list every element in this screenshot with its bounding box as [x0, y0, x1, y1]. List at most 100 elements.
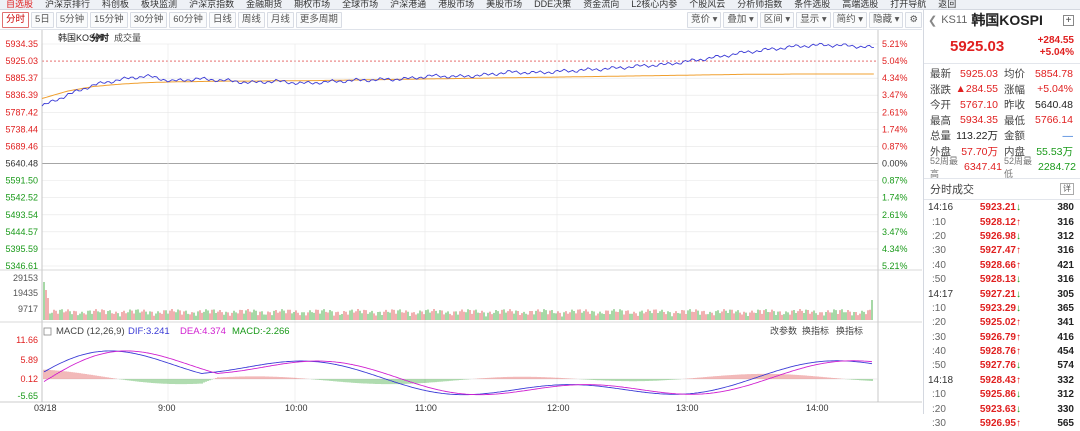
tick-arrow-icon: ↑	[1016, 331, 1021, 343]
tick-volume: 421	[1057, 259, 1074, 271]
period-button[interactable]: 30分钟	[129, 11, 168, 28]
quote-label: 最高	[930, 114, 951, 127]
topnav-item[interactable]: 分析师指数	[731, 0, 788, 9]
tick-time: :30	[932, 331, 946, 343]
quote-label: 涨幅	[1004, 83, 1025, 96]
tick-row: :10 5928.12 ↑ 316	[928, 215, 1076, 229]
ticks-header: 分时成交 详	[924, 177, 1080, 200]
tick-time: :50	[932, 360, 946, 372]
topnav-item[interactable]: 返回	[932, 0, 962, 9]
add-watchlist-icon[interactable]: +	[1063, 14, 1074, 26]
macd-tick-label: -5.65	[17, 391, 38, 401]
toolbar-option-button[interactable]: 显示 ▾	[796, 11, 831, 28]
period-button[interactable]: 周线	[237, 11, 265, 28]
topnav-item[interactable]: 期权市场	[288, 0, 336, 9]
quote-value: 5854.78	[1035, 67, 1073, 80]
tick-price: 5923.29	[979, 302, 1016, 314]
period-button[interactable]: 15分钟	[90, 11, 128, 28]
topnav-item[interactable]: 打开导航	[884, 0, 932, 9]
tick-price: 5926.98	[979, 230, 1016, 242]
topnav-item[interactable]: 自选股	[0, 0, 39, 9]
tick-time: :30	[932, 418, 946, 430]
period-button[interactable]: 5分钟	[55, 11, 89, 28]
topnav-item[interactable]: 沪深京指数	[183, 0, 240, 9]
scrollbar[interactable]	[1073, 55, 1079, 195]
topnav-item[interactable]: DDE决策	[528, 0, 577, 9]
back-chevron-icon[interactable]: ❮	[928, 14, 937, 27]
period-button[interactable]: 月线	[266, 11, 294, 28]
tick-arrow-icon: ↓	[1016, 274, 1021, 286]
topnav-item[interactable]: 沪深京排行	[39, 0, 96, 9]
volume-tick-label: 9717	[18, 304, 38, 314]
tick-price: 5928.76	[979, 346, 1016, 358]
toolbar-option-button[interactable]: 隐藏 ▾	[869, 11, 904, 28]
price-tick-label: 5640.48	[5, 159, 38, 169]
price-tick-label: 5689.46	[5, 141, 38, 151]
topnav-item[interactable]: 板块监测	[135, 0, 183, 9]
tick-row: :50 5928.13 ↓ 316	[928, 272, 1076, 286]
topnav-item[interactable]: 个股风云	[683, 0, 731, 9]
period-button[interactable]: 日线	[208, 11, 236, 28]
percent-tick-label: 2.61%	[882, 210, 908, 220]
tick-row: :20 5925.02 ↑ 341	[928, 316, 1076, 330]
price-tick-label: 5591.50	[5, 176, 38, 186]
price-tick-label: 5493.54	[5, 210, 38, 220]
ticks-detail-button[interactable]: 详	[1060, 182, 1074, 195]
tick-price: 5926.79	[979, 331, 1016, 343]
macd-switch-indicator-button-2[interactable]: 换指标	[836, 325, 863, 336]
chart-tab-timeshare[interactable]: 分时	[91, 32, 109, 43]
percent-tick-label: 4.34%	[882, 244, 908, 254]
tick-volume: 330	[1057, 403, 1074, 415]
tick-time: :40	[932, 259, 946, 271]
macd-switch-indicator-button[interactable]: 换指标	[802, 325, 829, 336]
percent-tick-label: 5.21%	[882, 261, 908, 271]
intraday-chart[interactable]: 韩国KOSPI 分时 成交量 5934.355925.035885.375836…	[0, 30, 922, 414]
topnav-item[interactable]: 资金流向	[577, 0, 625, 9]
ticks-list[interactable]: 14:16 5923.21 ↓ 380:10 5928.12 ↑ 316:20 5926.98…	[924, 200, 1080, 431]
tick-volume: 565	[1057, 418, 1074, 430]
period-button[interactable]: 60分钟	[169, 11, 207, 28]
period-button[interactable]: 5日	[31, 11, 54, 28]
toolbar-option-button[interactable]: 简约 ▾	[832, 11, 868, 28]
percent-tick-label: 4.34%	[882, 73, 908, 83]
topnav-item[interactable]: 条件选股	[788, 0, 836, 9]
tick-time: :20	[932, 230, 946, 242]
quote-row: 涨跌 ▲284.55 涨幅 +5.04%	[930, 82, 1076, 98]
tick-time: :40	[932, 346, 946, 358]
index-code: KS11	[941, 14, 968, 26]
tick-arrow-icon: ↓	[1016, 288, 1021, 300]
price-box: 5925.03 +284.55 +5.04%	[924, 30, 1080, 64]
tick-time: :10	[932, 216, 946, 228]
tick-row: :40 5928.76 ↑ 454	[928, 344, 1076, 358]
toolbar-option-button[interactable]: 叠加 ▾	[723, 11, 758, 28]
macd-collapse-icon[interactable]	[43, 327, 52, 336]
topnav-item[interactable]: 沪深港通	[384, 0, 432, 9]
topnav-item[interactable]: 美股市场	[480, 0, 528, 9]
tick-price: 5927.21	[979, 288, 1016, 300]
topnav-item[interactable]: 全球市场	[336, 0, 384, 9]
volume-tick-label: 29153	[13, 273, 38, 283]
time-tick-label: 13:00	[676, 403, 699, 413]
period-button[interactable]: 分时	[2, 11, 30, 28]
price-tick-label: 5934.35	[5, 39, 38, 49]
topnav-item[interactable]: 高端选股	[836, 0, 884, 9]
period-button[interactable]: 更多周期	[295, 11, 342, 28]
quote-label: 今开	[930, 99, 951, 112]
topnav-item[interactable]: 科创板	[96, 0, 135, 9]
percent-tick-label: 5.04%	[882, 56, 908, 66]
time-tick-label: 14:00	[806, 403, 829, 413]
topnav-item[interactable]: 港股市场	[432, 0, 480, 9]
macd-edit-params-button[interactable]: 改参数	[770, 325, 797, 336]
price-tick-label: 5787.42	[5, 107, 38, 117]
chart-tab-volume[interactable]: 成交量	[114, 32, 141, 43]
topnav-item[interactable]: 金融期货	[240, 0, 288, 9]
tick-row: :30 5927.47 ↑ 316	[928, 244, 1076, 258]
tick-row: :30 5926.95 ↑ 565	[928, 416, 1076, 430]
topnav-item[interactable]: L2核心内参	[625, 0, 683, 9]
tick-arrow-icon: ↓	[1016, 389, 1021, 401]
settings-gear-icon[interactable]: ⚙	[905, 11, 922, 28]
chart-area[interactable]: 韩国KOSPI 分时 成交量 5934.35 5925.03 5885.37 5836…	[0, 30, 922, 414]
toolbar-option-button[interactable]: 区间 ▾	[759, 11, 795, 28]
quote-label: 最新	[930, 68, 951, 81]
toolbar-option-button[interactable]: 竞价 ▾	[686, 11, 722, 28]
